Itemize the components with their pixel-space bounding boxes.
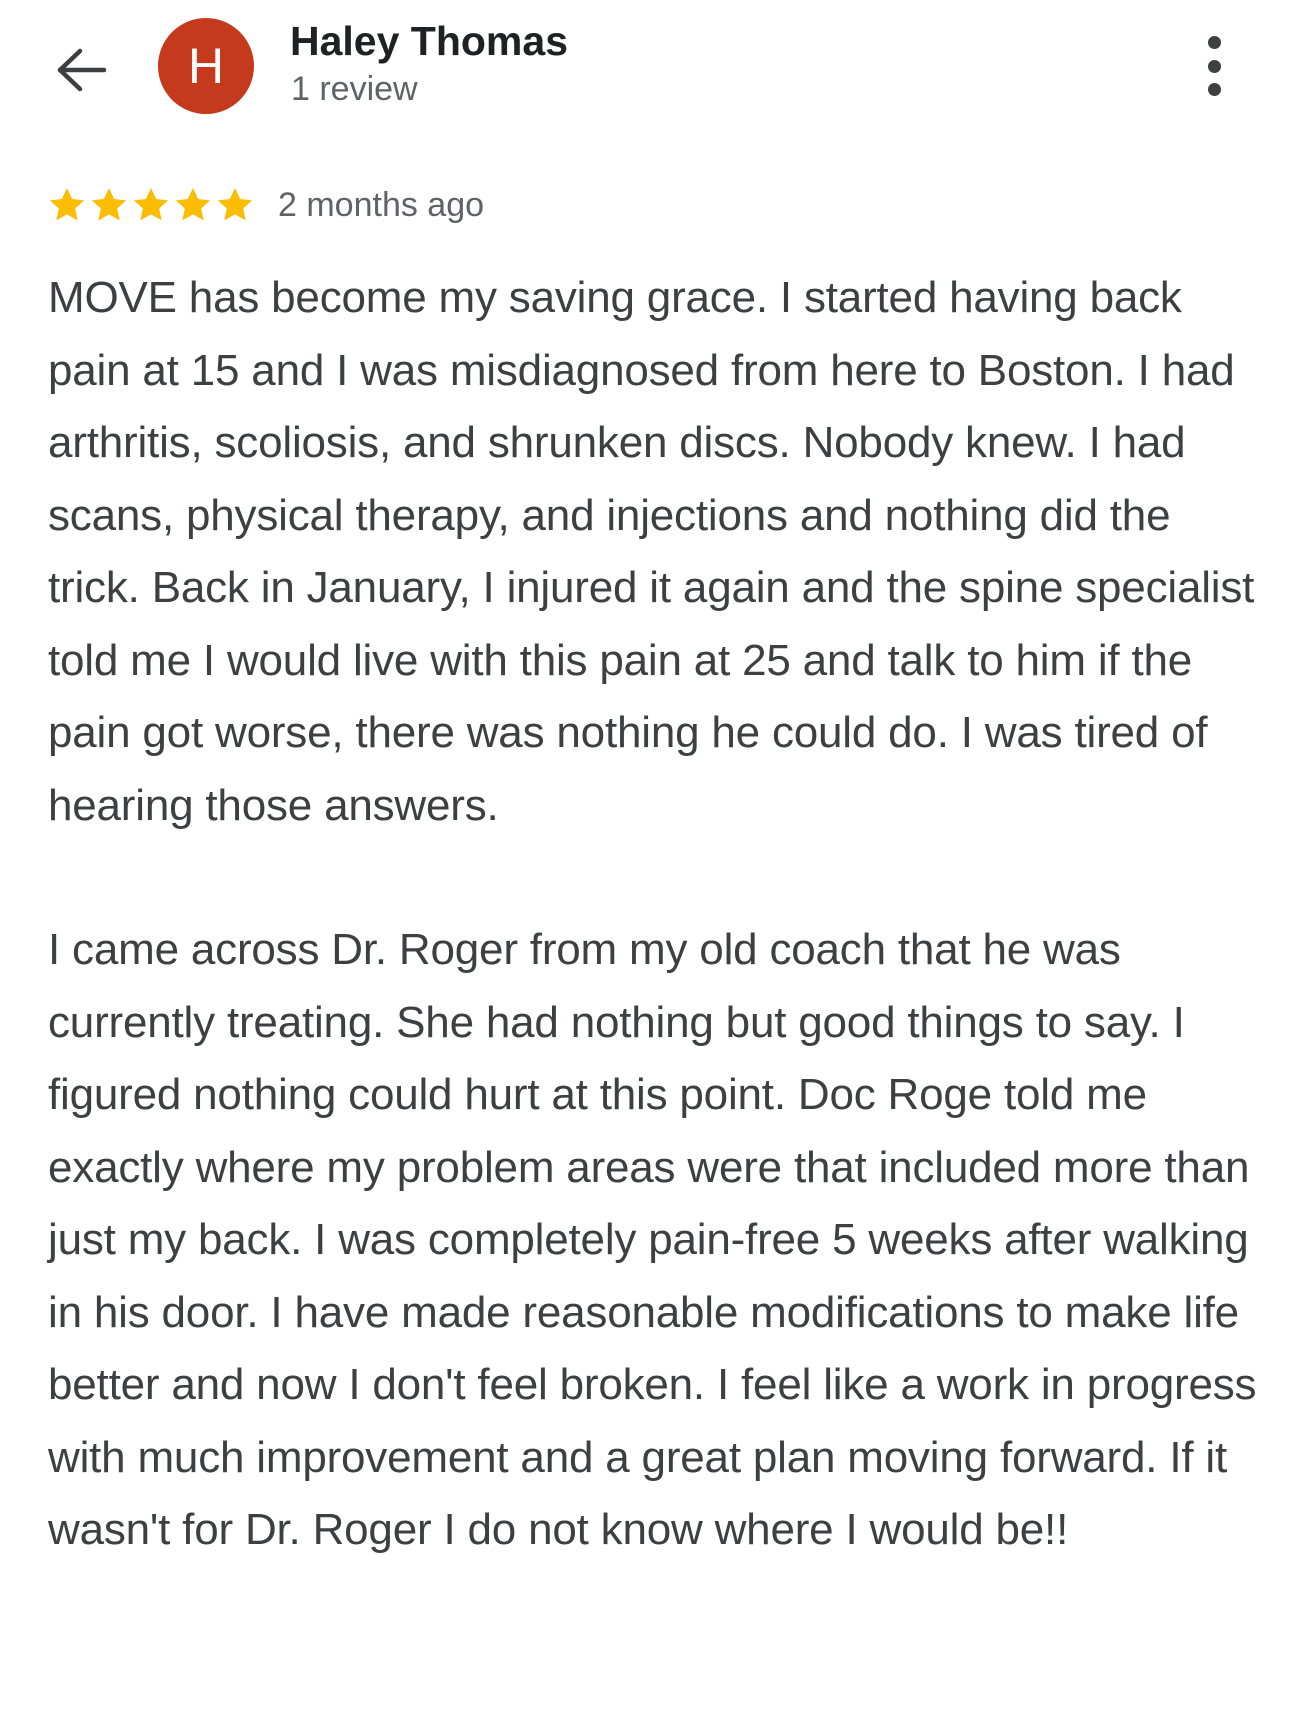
star-icon: [175, 188, 211, 221]
more-vert-icon: [1207, 36, 1221, 49]
star-rating: [46, 185, 256, 225]
star-icon: [133, 188, 169, 221]
arrow-left-icon: [57, 48, 107, 92]
star-icon: [49, 188, 85, 221]
review-header: H Haley Thomas 1 review: [0, 0, 1290, 130]
review-time: 2 months ago: [278, 185, 485, 224]
more-options-button[interactable]: [1196, 36, 1232, 96]
review-paragraph: I came across Dr. Roger from my old coac…: [48, 925, 1257, 1554]
star-icon: [217, 188, 253, 221]
rating-row: 2 months ago: [46, 180, 484, 230]
star-icon: [91, 188, 127, 221]
back-button[interactable]: [52, 40, 112, 100]
avatar-letter: H: [187, 38, 225, 94]
reviewer-name[interactable]: Haley Thomas: [290, 18, 568, 65]
reviewer-review-count: 1 review: [291, 70, 418, 108]
avatar[interactable]: H: [158, 18, 254, 114]
review-text: MOVE has become my saving grace. I start…: [48, 262, 1258, 1567]
review-paragraph: MOVE has become my saving grace. I start…: [48, 273, 1255, 830]
